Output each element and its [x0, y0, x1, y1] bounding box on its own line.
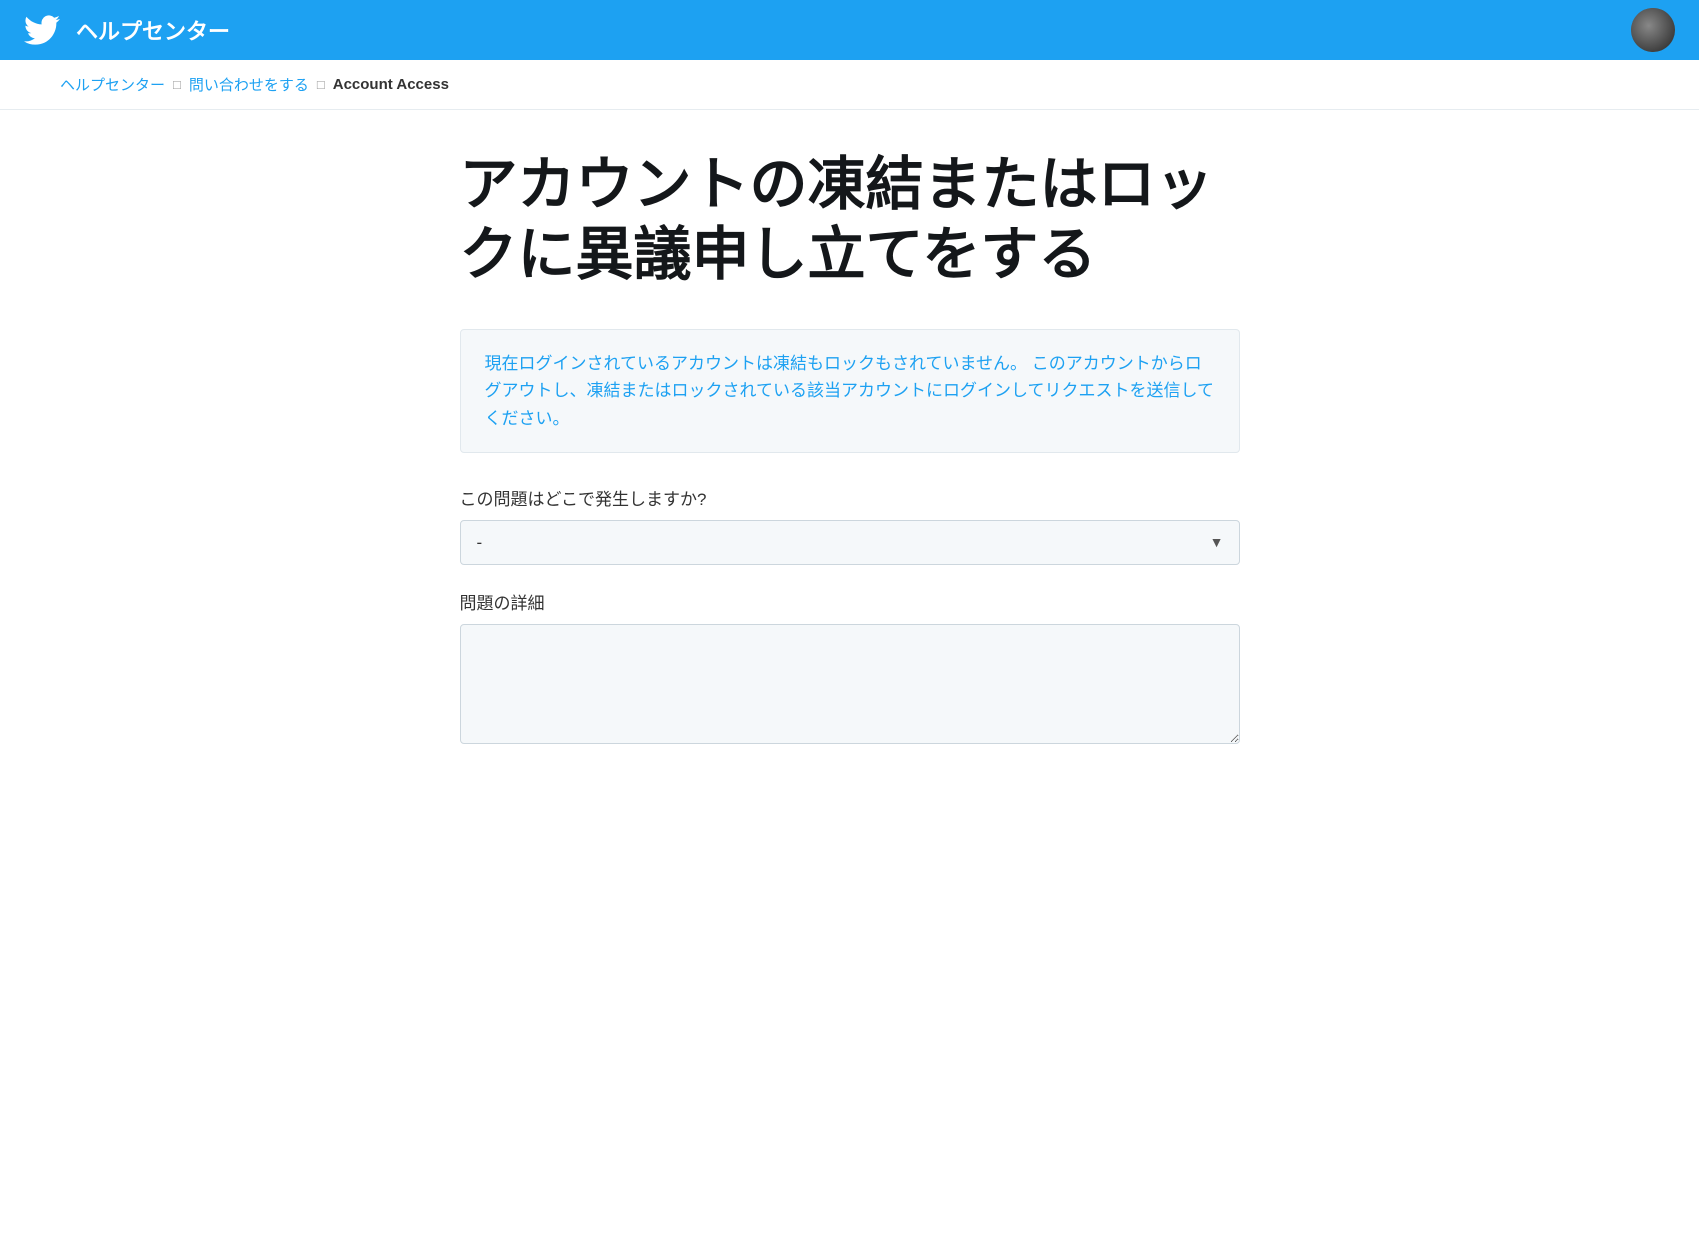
header-left: ヘルプセンター — [24, 12, 230, 48]
form-details-section: 問題の詳細 — [460, 589, 1240, 749]
breadcrumb: ヘルプセンター □ 問い合わせをする □ Account Access — [0, 60, 1699, 110]
page-title: アカウントの凍結またはロックに異議申し立てをする — [460, 150, 1240, 289]
form-location-label: この問題はどこで発生しますか? — [460, 485, 1240, 510]
breadcrumb-sep-1: □ — [173, 77, 181, 92]
form-details-textarea[interactable] — [460, 624, 1240, 744]
page-header: ヘルプセンター — [0, 0, 1699, 60]
info-box: 現在ログインされているアカウントは凍結もロックもされていません。 このアカウント… — [460, 329, 1240, 453]
main-content: アカウントの凍結またはロックに異議申し立てをする 現在ログインされているアカウン… — [400, 110, 1300, 833]
form-select-wrapper: - ▼ — [460, 520, 1240, 565]
breadcrumb-home-link[interactable]: ヘルプセンター — [60, 74, 165, 95]
avatar[interactable] — [1631, 8, 1675, 52]
avatar-image — [1631, 8, 1675, 52]
form-details-label: 問題の詳細 — [460, 589, 1240, 614]
breadcrumb-sep-2: □ — [317, 77, 325, 92]
form-location-section: この問題はどこで発生しますか? - ▼ — [460, 485, 1240, 565]
breadcrumb-middle-link[interactable]: 問い合わせをする — [189, 74, 309, 95]
form-location-select[interactable]: - — [460, 520, 1240, 565]
breadcrumb-current: Account Access — [333, 76, 449, 93]
header-title: ヘルプセンター — [76, 14, 230, 46]
info-box-text: 現在ログインされているアカウントは凍結もロックもされていません。 このアカウント… — [485, 350, 1215, 432]
twitter-logo-icon — [24, 12, 60, 48]
